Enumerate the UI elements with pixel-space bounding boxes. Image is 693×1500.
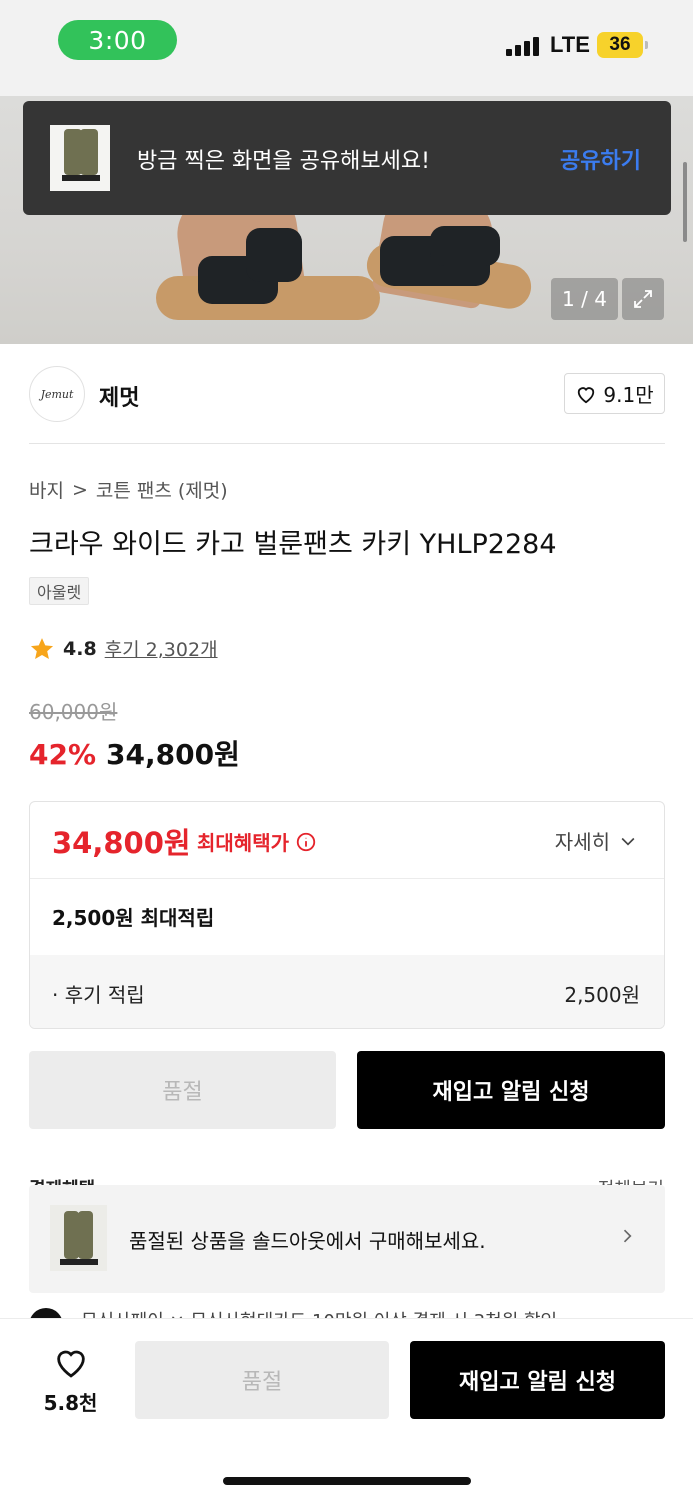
- payment-benefit-heading: 결제혜택: [29, 1175, 149, 1185]
- battery-icon: 36: [597, 32, 643, 58]
- brand-name[interactable]: 제멋: [99, 380, 139, 412]
- home-indicator: [223, 1477, 471, 1485]
- bottom-restock-alert-button[interactable]: 재입고 알림 신청: [410, 1341, 665, 1419]
- benefit-box: 34,800원 최대혜택가 자세히 2,500원 최대적립 · 후기 적립 2,…: [29, 801, 665, 1029]
- share-toast: 방금 찍은 화면을 공유해보세요! 공유하기: [23, 101, 671, 215]
- heart-icon: [56, 1350, 85, 1378]
- brand-like-button[interactable]: 9.1만: [564, 373, 665, 414]
- bottom-soldout-button[interactable]: 품절: [135, 1341, 389, 1419]
- rating: 4.8 후기 2,302개: [29, 635, 218, 662]
- image-counter: 1 / 4: [551, 278, 618, 320]
- scroll-indicator: [683, 162, 687, 242]
- chevron-right-icon: [617, 1225, 637, 1251]
- brand-like-count: 9.1만: [603, 383, 654, 407]
- breadcrumb: 바지 > 코튼 팬츠 (제멋): [29, 476, 228, 503]
- bottom-action-bar: 5.8천 품절 재입고 알림 신청: [0, 1318, 693, 1500]
- review-points-row: · 후기 적립 2,500원: [30, 955, 664, 1028]
- wishlist-count: 5.8천: [43, 1391, 98, 1415]
- review-points-value: 2,500원: [564, 983, 640, 1007]
- review-count-link[interactable]: 후기 2,302개: [105, 635, 218, 662]
- star-icon: [30, 637, 54, 659]
- heart-icon: [578, 386, 595, 403]
- outlet-tag: 아울렛: [29, 577, 90, 605]
- max-points: 2,500원 최대적립: [52, 906, 215, 930]
- benefit-detail-label: 자세히: [554, 830, 610, 854]
- max-benefit-price: 34,800원: [52, 826, 191, 860]
- chevron-down-icon: [621, 837, 635, 846]
- soldout-banner[interactable]: 품절된 상품을 솔드아웃에서 구매해보세요.: [29, 1185, 665, 1293]
- network-type: LTE: [550, 32, 590, 57]
- view-all-link[interactable]: 전체보기: [574, 1175, 664, 1185]
- rating-score: 4.8: [63, 637, 97, 660]
- signal-icon: [506, 36, 539, 56]
- status-bar: 3:00 LTE 36: [0, 0, 693, 96]
- wishlist-button[interactable]: 5.8천: [33, 1345, 108, 1416]
- breadcrumb-category[interactable]: 바지: [29, 476, 64, 503]
- original-price: 60,000원: [29, 700, 118, 724]
- benefit-header[interactable]: 34,800원 최대혜택가 자세히: [30, 802, 664, 879]
- sandal-right-strap-2: [430, 226, 500, 266]
- sandal-left-strap-2: [246, 228, 302, 282]
- discount-rate: 42%: [29, 738, 97, 771]
- soldout-button[interactable]: 품절: [29, 1051, 336, 1129]
- share-toast-message: 방금 찍은 화면을 공유해보세요!: [137, 149, 430, 174]
- brand-logo[interactable]: Jemut: [29, 366, 85, 422]
- info-icon: [296, 832, 316, 851]
- soldout-thumbnail: [50, 1205, 107, 1271]
- price-row: 42% 34,800원: [29, 733, 240, 773]
- soldout-banner-text: 품절된 상품을 솔드아웃에서 구매해보세요.: [129, 1229, 486, 1253]
- screenshot-thumbnail[interactable]: [50, 125, 110, 191]
- share-button[interactable]: 공유하기: [560, 143, 641, 175]
- status-time: 3:00: [58, 20, 177, 60]
- benefit-detail-toggle[interactable]: 자세히: [555, 826, 638, 855]
- review-points-label: · 후기 적립: [52, 983, 145, 1007]
- sale-price: 34,800원: [106, 738, 240, 771]
- breadcrumb-separator: >: [71, 478, 88, 501]
- divider: [29, 443, 665, 444]
- restock-alert-button[interactable]: 재입고 알림 신청: [357, 1051, 665, 1129]
- payment-benefit-row: 무신사페이 × 무신사현대카드 10만원 이상 결제 시 3천원 할인: [29, 1305, 669, 1319]
- breadcrumb-subcategory[interactable]: 코튼 팬츠 (제멋): [96, 476, 228, 503]
- product-title: 크라우 와이드 카고 벌룬팬츠 카키 YHLP2284: [29, 529, 557, 560]
- battery-tip: [645, 41, 648, 49]
- expand-icon[interactable]: [622, 278, 664, 320]
- max-benefit-label: 최대혜택가: [197, 827, 317, 856]
- max-benefit-label-text: 최대혜택가: [197, 831, 289, 855]
